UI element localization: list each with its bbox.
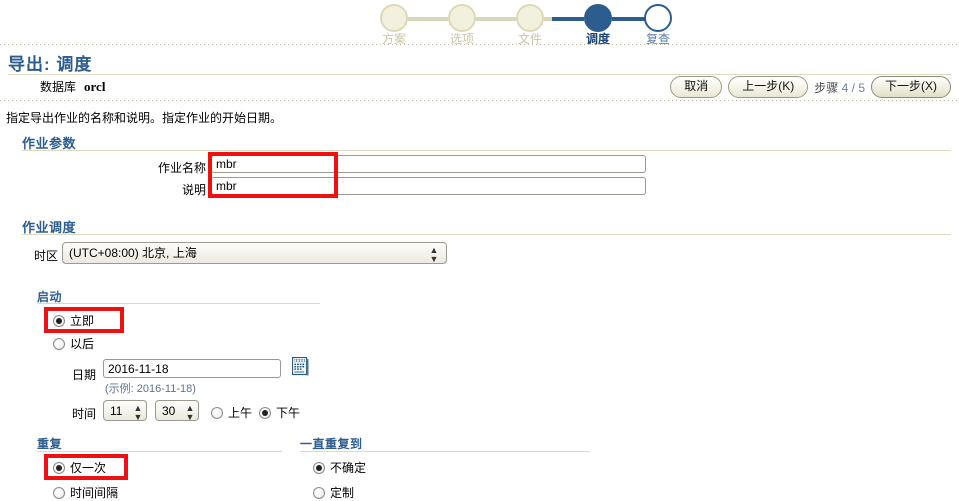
job-description-label: 说明: [181, 183, 206, 197]
start-am-label: 上午: [228, 406, 253, 420]
repeat-until-indefinite-label: 不确定: [330, 461, 367, 475]
cancel-button[interactable]: 取消: [670, 76, 723, 98]
repeat-until-section-title: 一直重复到: [300, 437, 363, 451]
title-rule: [8, 74, 951, 75]
start-time-minute-select[interactable]: 30: [155, 400, 199, 421]
wizard-node-review[interactable]: [644, 4, 672, 32]
repeat-rule: [37, 451, 282, 452]
step-indicator: 步骤 4 / 5: [814, 79, 865, 96]
repeat-until-indefinite-radio[interactable]: [313, 461, 325, 474]
timezone-label: 时区: [33, 249, 58, 263]
database-info: 数据库 orcl: [40, 78, 105, 95]
job-params-rule: [22, 150, 951, 151]
instruction-text: 指定导出作业的名称和说明。指定作业的开始日期。: [6, 111, 283, 125]
start-later-option[interactable]: 以后: [53, 335, 94, 352]
repeat-interval-option[interactable]: 时间间隔: [53, 484, 118, 501]
wizard-node-schema[interactable]: [380, 4, 408, 32]
step-total: 5: [858, 80, 865, 95]
job-schedule-rule: [22, 234, 951, 235]
repeat-interval-label: 时间间隔: [70, 486, 119, 500]
start-immediate-label: 立即: [70, 314, 95, 328]
wizard-train: 方案 选项 文件 调度 复查: [380, 0, 672, 46]
wizard-node-schedule[interactable]: [584, 4, 612, 32]
start-later-radio[interactable]: [53, 337, 65, 350]
repeat-until-custom-radio[interactable]: [313, 486, 325, 499]
database-value: orcl: [84, 79, 106, 94]
repeat-once-option[interactable]: 仅一次: [53, 459, 106, 476]
repeat-until-indefinite-option[interactable]: 不确定: [313, 459, 366, 476]
page-title: 导出: 调度: [8, 55, 93, 74]
repeat-until-custom-option[interactable]: 定制: [313, 484, 354, 501]
start-date-hint: (示例: 2016-11-18): [105, 383, 196, 395]
start-pm-option[interactable]: 下午: [259, 404, 300, 421]
next-button[interactable]: 下一步(X): [871, 76, 951, 98]
job-description-input[interactable]: [211, 177, 646, 195]
start-rule: [37, 303, 320, 304]
train-connector-3a: [544, 17, 552, 21]
step-prefix-label: 步骤: [814, 80, 839, 95]
start-am-option[interactable]: 上午: [211, 404, 252, 421]
wizard-node-options[interactable]: [448, 4, 476, 32]
repeat-once-radio[interactable]: [53, 461, 65, 474]
start-later-label: 以后: [70, 337, 95, 351]
wizard-node-files[interactable]: [516, 4, 544, 32]
train-connector-3b: [552, 17, 584, 21]
start-immediate-radio[interactable]: [53, 314, 65, 327]
step-separator: /: [851, 80, 855, 95]
start-pm-radio[interactable]: [259, 406, 271, 419]
train-connector-2: [476, 17, 516, 21]
wizard-button-bar: 取消 上一步(K) 步骤 4 / 5 下一步(X): [670, 76, 951, 98]
top-dotted-divider: [0, 44, 959, 45]
timezone-select[interactable]: (UTC+08:00) 北京, 上海: [62, 242, 447, 264]
start-time-label: 时间: [71, 407, 96, 421]
export-schedule-page: 方案 选项 文件 调度 复查 导出: 调度 数据库 orcl 取消 上一步(K) …: [0, 0, 959, 501]
job-name-label: 作业名称: [157, 161, 206, 175]
start-immediate-option[interactable]: 立即: [53, 312, 94, 329]
repeat-until-rule: [300, 451, 590, 452]
start-date-input[interactable]: [103, 359, 281, 378]
train-connector-4: [612, 17, 648, 21]
start-date-label: 日期: [71, 368, 96, 382]
repeat-interval-radio[interactable]: [53, 486, 65, 499]
repeat-section-title: 重复: [37, 437, 63, 451]
repeat-until-custom-label: 定制: [330, 486, 355, 500]
start-time-hour-select[interactable]: 11: [103, 400, 147, 421]
start-pm-label: 下午: [276, 406, 301, 420]
job-name-input[interactable]: [211, 155, 646, 173]
calendar-icon[interactable]: [292, 357, 309, 376]
header-dotted-divider: [0, 100, 959, 101]
step-current: 4: [841, 80, 849, 95]
database-label: 数据库: [40, 80, 77, 94]
back-button[interactable]: 上一步(K): [728, 76, 809, 98]
repeat-once-label: 仅一次: [70, 461, 107, 475]
start-am-radio[interactable]: [211, 406, 223, 419]
train-connector-1: [408, 17, 448, 21]
